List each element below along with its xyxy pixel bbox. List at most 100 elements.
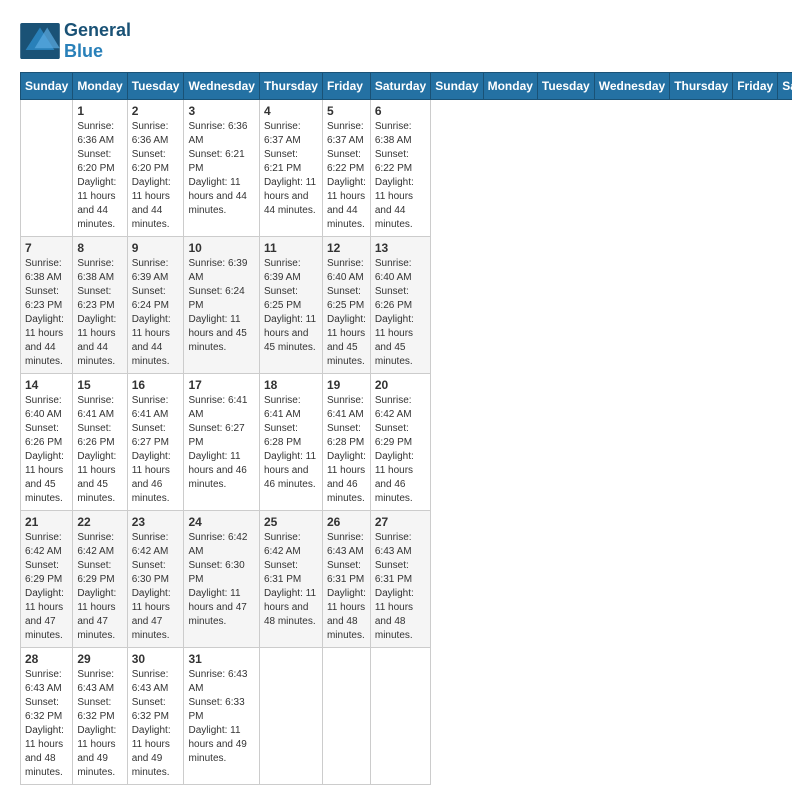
calendar-cell: 7 Sunrise: 6:38 AMSunset: 6:23 PMDaylight… [21,237,73,374]
day-number: 17 [188,378,254,392]
day-number: 31 [188,652,254,666]
day-number: 26 [327,515,366,529]
page-header: General Blue [20,20,772,62]
day-number: 19 [327,378,366,392]
day-info: Sunrise: 6:36 AMSunset: 6:20 PMDaylight:… [132,120,180,232]
calendar-cell: 8Sunrise: 6:38 AMSunset: 6:23 PMDaylight… [73,237,127,374]
calendar-week-5: 28 Sunrise: 6:43 AMSunset: 6:32 PMDayligh… [21,648,792,785]
day-number: 9 [132,241,180,255]
logo: General Blue [20,20,131,62]
calendar-table: SundayMondayTuesdayWednesdayThursdayFrid… [20,72,792,785]
calendar-cell: 11 Sunrise: 6:39 AMSunset: 6:25 PMDayligh… [259,237,322,374]
day-number: 22 [77,515,122,529]
calendar-cell [370,648,430,785]
calendar-cell [322,648,370,785]
day-info: Sunrise: 6:41 AMSunset: 6:28 PMDaylight:… [264,394,318,492]
day-info: Sunrise: 6:38 AMSunset: 6:23 PMDaylight:… [25,257,68,369]
day-number: 12 [327,241,366,255]
day-info: Sunrise: 6:38 AMSunset: 6:22 PMDaylight:… [375,120,426,232]
calendar-cell: 19Sunrise: 6:41 AMSunset: 6:28 PMDayligh… [322,374,370,511]
day-info: Sunrise: 6:43 AMSunset: 6:31 PMDaylight:… [327,531,366,643]
day-info: Sunrise: 6:43 AMSunset: 6:32 PMDaylight:… [132,668,180,780]
calendar-cell: 15 Sunrise: 6:41 AMSunset: 6:26 PMDayligh… [73,374,127,511]
day-header-wednesday: Wednesday [594,73,669,100]
calendar-cell: 13 Sunrise: 6:40 AMSunset: 6:26 PMDayligh… [370,237,430,374]
calendar-cell: 31 Sunrise: 6:43 AMSunset: 6:33 PMDayligh… [184,648,259,785]
day-number: 21 [25,515,68,529]
calendar-cell: 17 Sunrise: 6:41 AMSunset: 6:27 PMDayligh… [184,374,259,511]
day-number: 7 [25,241,68,255]
day-number: 6 [375,104,426,118]
day-info: Sunrise: 6:41 AMSunset: 6:26 PMDaylight:… [77,394,122,506]
day-header-thursday: Thursday [670,73,733,100]
day-number: 4 [264,104,318,118]
calendar-cell: 6 Sunrise: 6:38 AMSunset: 6:22 PMDaylight… [370,100,430,237]
calendar-header-row: SundayMondayTuesdayWednesdayThursdayFrid… [21,73,792,100]
day-number: 28 [25,652,68,666]
day-info: Sunrise: 6:42 AMSunset: 6:30 PMDaylight:… [132,531,180,643]
calendar-cell: 21Sunrise: 6:42 AMSunset: 6:29 PMDayligh… [21,511,73,648]
day-number: 10 [188,241,254,255]
day-number: 2 [132,104,180,118]
day-header-friday: Friday [733,73,778,100]
calendar-cell: 5 Sunrise: 6:37 AMSunset: 6:22 PMDaylight… [322,100,370,237]
day-header-tuesday: Tuesday [127,73,184,100]
day-info: Sunrise: 6:39 AMSunset: 6:24 PMDaylight:… [188,257,254,355]
day-header-saturday: Saturday [778,73,792,100]
calendar-cell: 14 Sunrise: 6:40 AMSunset: 6:26 PMDayligh… [21,374,73,511]
day-number: 5 [327,104,366,118]
calendar-cell: 12 Sunrise: 6:40 AMSunset: 6:25 PMDayligh… [322,237,370,374]
day-info: Sunrise: 6:42 AMSunset: 6:30 PMDaylight:… [188,531,254,629]
calendar-cell: 25 Sunrise: 6:42 AMSunset: 6:31 PMDayligh… [259,511,322,648]
day-info: Sunrise: 6:42 AMSunset: 6:31 PMDaylight:… [264,531,318,629]
day-number: 1 [77,104,122,118]
day-info: Sunrise: 6:37 AMSunset: 6:21 PMDaylight:… [264,120,318,218]
calendar-cell: 2 Sunrise: 6:36 AMSunset: 6:20 PMDaylight… [127,100,184,237]
calendar-week-2: 7 Sunrise: 6:38 AMSunset: 6:23 PMDaylight… [21,237,792,374]
day-number: 25 [264,515,318,529]
day-number: 14 [25,378,68,392]
day-number: 30 [132,652,180,666]
day-number: 23 [132,515,180,529]
day-info: Sunrise: 6:43 AMSunset: 6:32 PMDaylight:… [25,668,68,780]
day-info: Sunrise: 6:42 AMSunset: 6:29 PMDaylight:… [77,531,122,643]
day-info: Sunrise: 6:37 AMSunset: 6:22 PMDaylight:… [327,120,366,232]
calendar-cell: 4 Sunrise: 6:37 AMSunset: 6:21 PMDaylight… [259,100,322,237]
day-number: 24 [188,515,254,529]
day-number: 15 [77,378,122,392]
day-info: Sunrise: 6:41 AMSunset: 6:27 PMDaylight:… [132,394,180,506]
day-info: Sunrise: 6:40 AMSunset: 6:25 PMDaylight:… [327,257,366,369]
day-header-monday: Monday [483,73,537,100]
day-info: Sunrise: 6:41 AMSunset: 6:27 PMDaylight:… [188,394,254,492]
day-info: Sunrise: 6:43 AMSunset: 6:33 PMDaylight:… [188,668,254,766]
day-info: Sunrise: 6:42 AMSunset: 6:29 PMDaylight:… [375,394,426,506]
day-number: 13 [375,241,426,255]
calendar-week-3: 14 Sunrise: 6:40 AMSunset: 6:26 PMDayligh… [21,374,792,511]
day-number: 29 [77,652,122,666]
day-info: Sunrise: 6:36 AMSunset: 6:21 PMDaylight:… [188,120,254,218]
day-info: Sunrise: 6:36 AMSunset: 6:20 PMDaylight:… [77,120,122,232]
day-header-sunday: Sunday [431,73,483,100]
day-number: 27 [375,515,426,529]
day-header-wednesday: Wednesday [184,73,259,100]
calendar-cell: 24 Sunrise: 6:42 AMSunset: 6:30 PMDayligh… [184,511,259,648]
day-header-friday: Friday [322,73,370,100]
day-info: Sunrise: 6:38 AMSunset: 6:23 PMDaylight:… [77,257,122,369]
calendar-cell [21,100,73,237]
calendar-cell: 16Sunrise: 6:41 AMSunset: 6:27 PMDayligh… [127,374,184,511]
logo-icon [20,23,60,59]
day-info: Sunrise: 6:39 AMSunset: 6:25 PMDaylight:… [264,257,318,355]
calendar-week-4: 21 Sunrise: 6:42 AMSunset: 6:29 PMDayligh… [21,511,792,648]
calendar-cell: 9 Sunrise: 6:39 AMSunset: 6:24 PMDaylight… [127,237,184,374]
day-number: 11 [264,241,318,255]
day-info: Sunrise: 6:39 AMSunset: 6:24 PMDaylight:… [132,257,180,369]
calendar-cell: 18 Sunrise: 6:41 AMSunset: 6:28 PMDayligh… [259,374,322,511]
day-header-tuesday: Tuesday [537,73,594,100]
day-info: Sunrise: 6:40 AMSunset: 6:26 PMDaylight:… [25,394,68,506]
day-number: 18 [264,378,318,392]
calendar-cell: 26 Sunrise: 6:43 AMSunset: 6:31 PMDayligh… [322,511,370,648]
calendar-cell: 28 Sunrise: 6:43 AMSunset: 6:32 PMDayligh… [21,648,73,785]
calendar-cell: 20Sunrise: 6:42 AMSunset: 6:29 PMDayligh… [370,374,430,511]
day-info: Sunrise: 6:40 AMSunset: 6:26 PMDaylight:… [375,257,426,369]
day-header-monday: Monday [73,73,127,100]
